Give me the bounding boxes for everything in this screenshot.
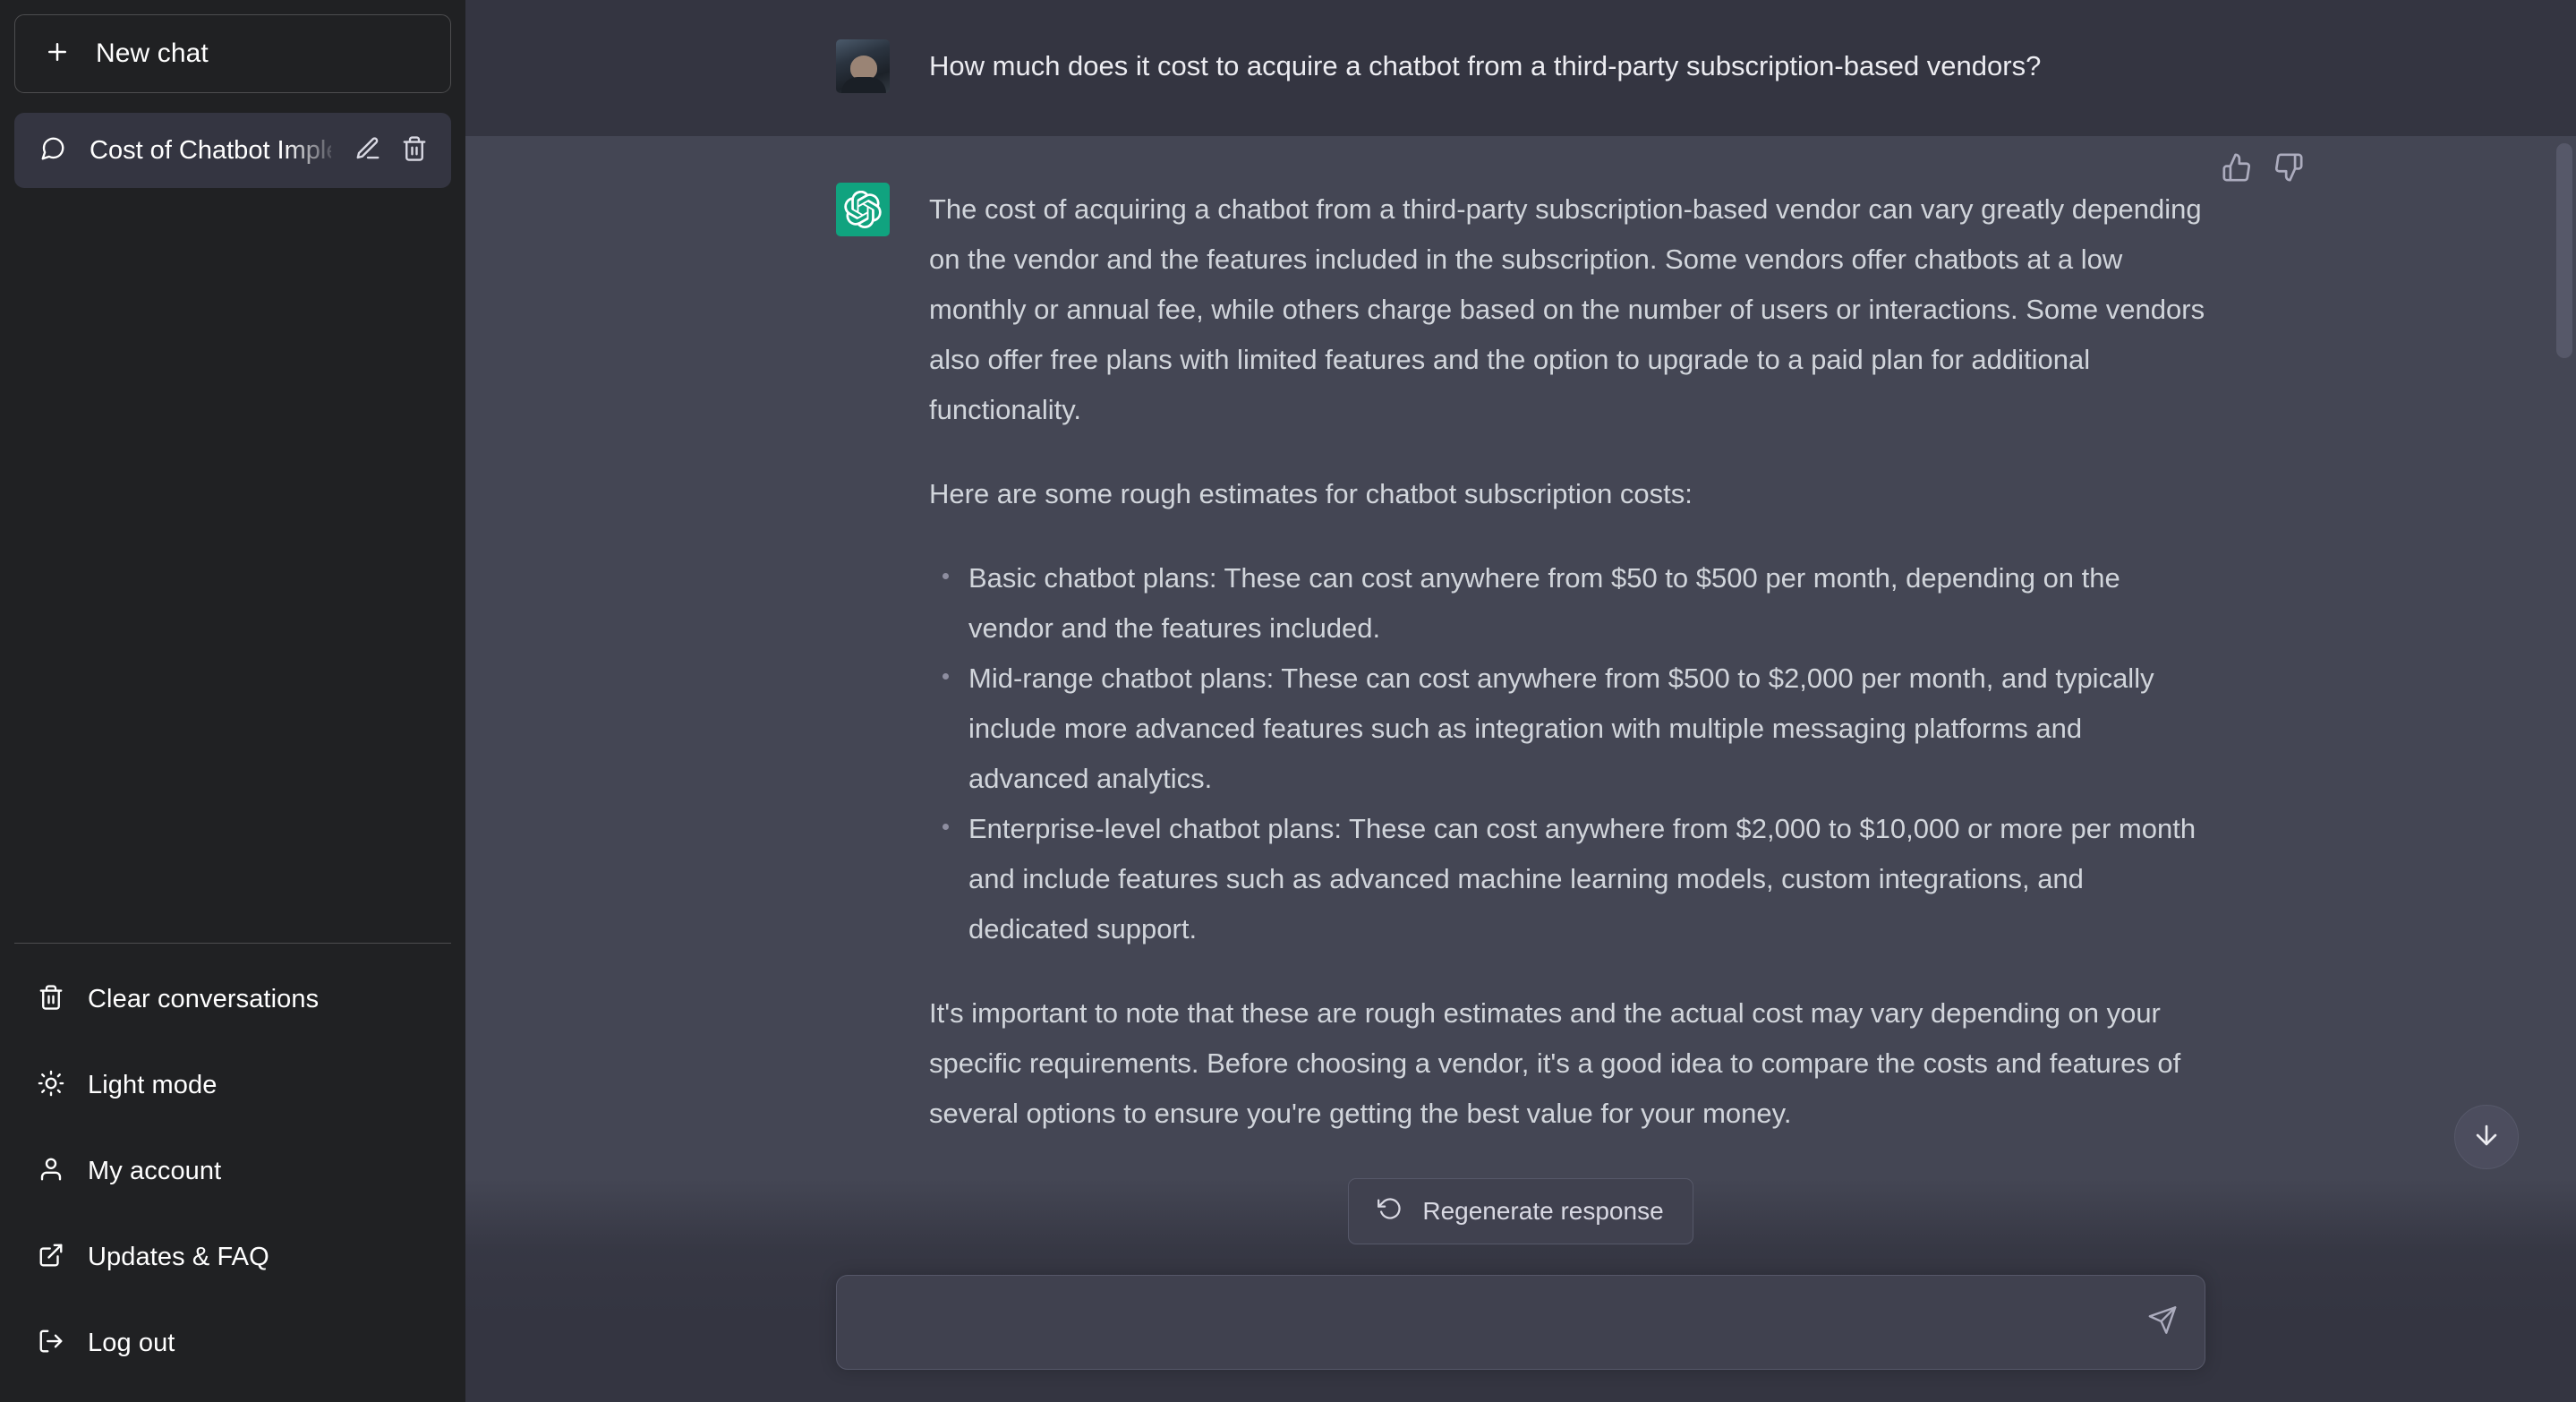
- external-link-icon: [38, 1242, 64, 1273]
- feedback-buttons: [2222, 152, 2304, 187]
- assistant-message-body: The cost of acquiring a chatbot from a t…: [929, 183, 2205, 1273]
- chatgpt-app: New chat Cost of Chatbot Imple Clear con…: [0, 0, 2576, 1402]
- sidebar: New chat Cost of Chatbot Imple Clear con…: [0, 0, 465, 1402]
- assistant-paragraph: The cost of acquiring a chatbot from a t…: [929, 193, 2205, 425]
- vertical-scrollbar-thumb[interactable]: [2556, 143, 2572, 358]
- assistant-paragraph: It's important to note that these are ro…: [929, 997, 2181, 1129]
- user-message-body: How much does it cost to acquire a chatb…: [929, 39, 2205, 93]
- regenerate-response-label: Regenerate response: [1422, 1197, 1664, 1225]
- sidebar-item-log-out[interactable]: Log out: [14, 1300, 451, 1386]
- sidebar-item-label: My account: [88, 1156, 222, 1185]
- message-square-icon: [39, 135, 66, 167]
- new-chat-button[interactable]: New chat: [14, 14, 451, 93]
- sidebar-footer: Clear conversations Light mode My accoun…: [14, 943, 451, 1402]
- thumbs-down-icon[interactable]: [2273, 152, 2304, 187]
- list-item: Mid-range chatbot plans: These can cost …: [929, 654, 2205, 804]
- sidebar-item-label: Clear conversations: [88, 984, 320, 1013]
- sidebar-item-label: Light mode: [88, 1070, 218, 1099]
- list-item: Basic chatbot plans: These can cost anyw…: [929, 553, 2205, 654]
- list-item: Enterprise-level chatbot plans: These ca…: [929, 804, 2205, 954]
- openai-logo-avatar: [836, 183, 890, 236]
- user-photo-avatar: [836, 39, 890, 93]
- conversation-actions: [354, 135, 428, 167]
- vertical-scrollbar-track[interactable]: [2553, 0, 2576, 1402]
- conversation-title: Cost of Chatbot Imple: [90, 136, 331, 165]
- thumbs-up-icon[interactable]: [2222, 152, 2252, 187]
- chat-input[interactable]: [864, 1276, 2135, 1369]
- user-icon: [38, 1156, 64, 1187]
- user-message-text: How much does it cost to acquire a chatb…: [929, 50, 2042, 81]
- sun-icon: [38, 1070, 64, 1101]
- assistant-paragraph: Here are some rough estimates for chatbo…: [929, 478, 1693, 509]
- sidebar-item-label: Updates & FAQ: [88, 1242, 269, 1271]
- new-chat-label: New chat: [96, 38, 209, 68]
- refresh-icon: [1378, 1196, 1403, 1227]
- arrow-down-icon: [2471, 1120, 2502, 1155]
- delete-trash-icon[interactable]: [401, 135, 428, 167]
- composer-box[interactable]: [836, 1275, 2205, 1370]
- logout-icon: [38, 1328, 64, 1359]
- regenerate-response-button[interactable]: Regenerate response: [1348, 1178, 1693, 1244]
- sidebar-item-label: Log out: [88, 1328, 175, 1357]
- conversation-list: Cost of Chatbot Imple: [14, 113, 451, 188]
- conversation-title-wrap: Cost of Chatbot Imple: [90, 133, 331, 168]
- sidebar-item-my-account[interactable]: My account: [14, 1128, 451, 1214]
- scroll-to-bottom-button[interactable]: [2454, 1105, 2519, 1169]
- edit-pencil-icon[interactable]: [354, 135, 381, 167]
- trash-icon: [38, 984, 64, 1015]
- assistant-bullet-list: Basic chatbot plans: These can cost anyw…: [929, 553, 2205, 954]
- plus-icon: [44, 38, 71, 70]
- message-user: How much does it cost to acquire a chatb…: [465, 0, 2576, 136]
- main-chat-area: How much does it cost to acquire a chatb…: [465, 0, 2576, 1402]
- send-icon[interactable]: [2140, 1298, 2185, 1347]
- sidebar-item-updates-faq[interactable]: Updates & FAQ: [14, 1214, 451, 1300]
- message-assistant: The cost of acquiring a chatbot from a t…: [465, 136, 2576, 1327]
- sidebar-item-light-mode[interactable]: Light mode: [14, 1042, 451, 1128]
- conversation-item-active[interactable]: Cost of Chatbot Imple: [14, 113, 451, 188]
- sidebar-item-clear-conversations[interactable]: Clear conversations: [14, 956, 451, 1042]
